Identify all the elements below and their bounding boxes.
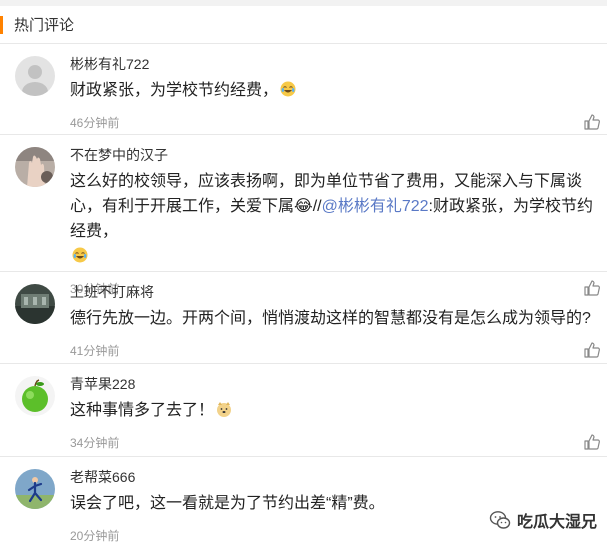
comment-text: 德行先放一边。开两个间，悄悄渡劫这样的智慧都没有是怎么成为领导的? — [70, 310, 591, 327]
comment-meta: 34分钟前 — [70, 427, 607, 457]
comment-item: 青苹果228 这种事情多了去了！ 34分钟前 — [0, 364, 607, 457]
thumbs-up-icon[interactable] — [583, 433, 601, 451]
mention-link[interactable]: @彬彬有礼722 — [322, 198, 429, 215]
comment-username[interactable]: 青苹果228 — [70, 375, 607, 393]
comment-text: 这种事情多了去了！ — [70, 398, 607, 423]
section-title: 热门评论 — [14, 17, 75, 34]
avatar[interactable] — [15, 147, 55, 187]
comment-time: 20分钟前 — [70, 528, 120, 543]
comment-meta: 41分钟前 — [70, 335, 607, 365]
avatar[interactable] — [15, 376, 55, 416]
comment-time: 34分钟前 — [70, 435, 120, 450]
watermark-text: 吃瓜大湿兄 — [516, 514, 597, 531]
thumbs-up-icon[interactable] — [583, 341, 601, 359]
avatar[interactable] — [15, 469, 55, 509]
avatar[interactable] — [15, 284, 55, 324]
comment-meta: 46分钟前 — [70, 107, 607, 137]
comment-item: 彬彬有礼722 财政紧张，为学校节约经费， 46分钟前 — [0, 44, 607, 135]
watermark: 吃瓜大湿兄 — [489, 508, 597, 532]
laugh-cry-emoji-icon — [280, 81, 296, 97]
thumbs-up-icon[interactable] — [583, 113, 601, 131]
wechat-icon — [489, 511, 511, 529]
comment-username[interactable]: 上班不打麻将 — [70, 283, 607, 301]
hot-comments-header: 热门评论 — [0, 6, 607, 44]
comment-time: 46分钟前 — [70, 115, 120, 130]
comment-text: 这么好的校领导，应该表扬啊，即为单位节省了费用，又能深入与下属谈心，有利于开展工… — [70, 169, 607, 269]
comment-text: 财政紧张，为学校节约经费， — [70, 78, 607, 103]
header-accent-bar — [0, 16, 3, 34]
comment-username[interactable]: 老帮菜666 — [70, 468, 607, 486]
comment-time: 41分钟前 — [70, 343, 120, 358]
comment-username[interactable]: 不在梦中的汉子 — [70, 146, 607, 164]
comment-item: 上班不打麻将 德行先放一边。开两个间，悄悄渡劫这样的智慧都没有是怎么成为领导的?… — [0, 272, 607, 364]
comment-item: 不在梦中的汉子 这么好的校领导，应该表扬啊，即为单位节省了费用，又能深入与下属谈… — [0, 135, 607, 296]
avatar[interactable] — [15, 56, 55, 96]
laugh-cry-emoji-icon — [72, 247, 88, 263]
comment-username[interactable]: 彬彬有礼722 — [70, 55, 607, 73]
doge-emoji-icon — [217, 402, 232, 417]
